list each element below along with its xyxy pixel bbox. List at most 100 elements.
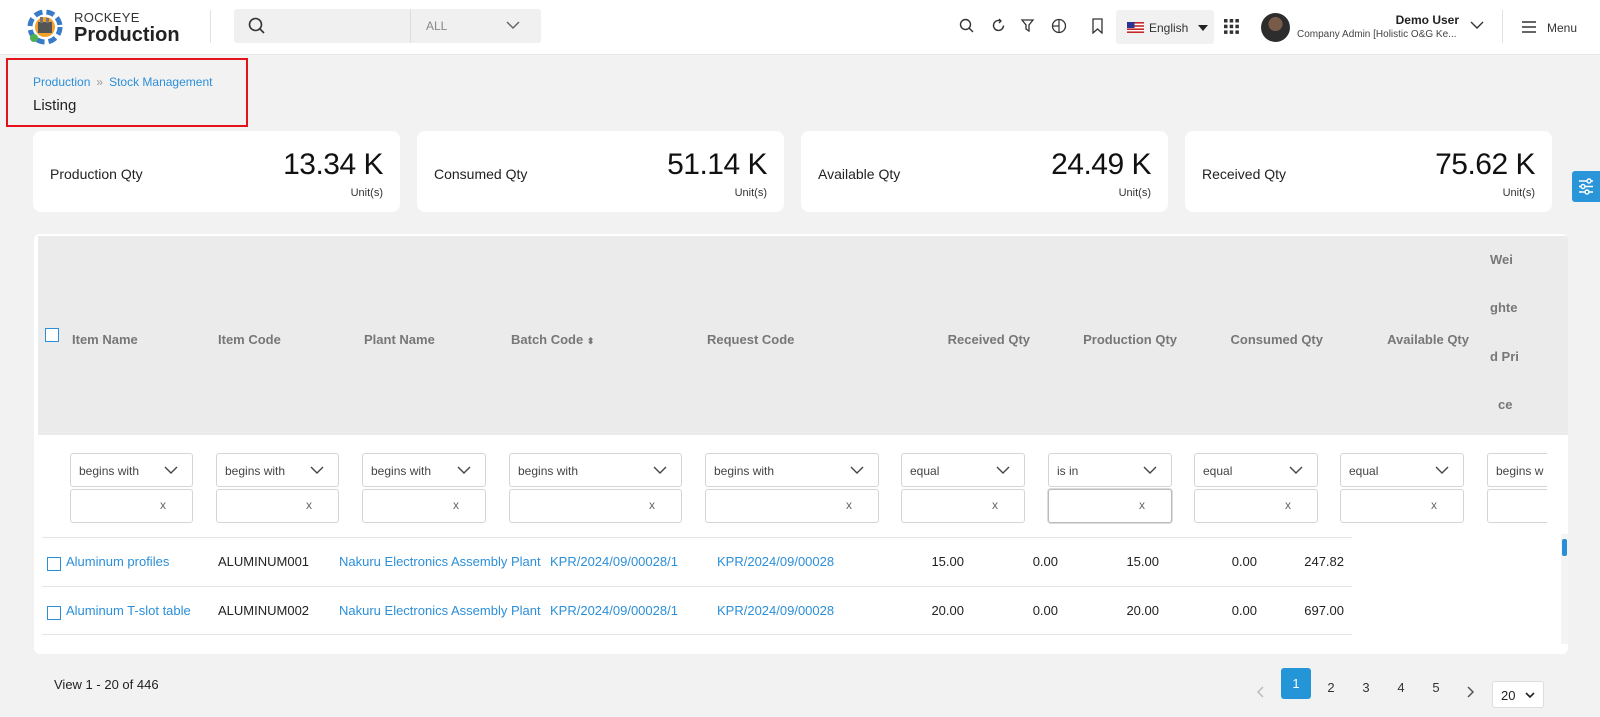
scrollbar-thumb[interactable] (1562, 539, 1567, 556)
filter-input-received-qty[interactable]: x (901, 489, 1025, 523)
previous-page-icon[interactable] (1256, 686, 1264, 698)
kpi-label: Production Qty (50, 166, 143, 182)
production-qty: 0.00 (1032, 554, 1058, 569)
filter-input-batch-code[interactable]: x (509, 489, 682, 523)
column-header-available-qty[interactable]: Available Qty (1359, 332, 1469, 347)
column-header-batch-code[interactable]: Batch Code ⬍ (511, 332, 594, 347)
column-header-item-name[interactable]: Item Name (72, 332, 138, 347)
clear-filter-icon[interactable]: x (846, 498, 852, 512)
column-header-production-qty[interactable]: Production Qty (1067, 332, 1177, 347)
column-header-plant-name[interactable]: Plant Name (364, 332, 435, 347)
clear-filter-icon[interactable]: x (1139, 498, 1145, 512)
next-page-icon[interactable] (1467, 686, 1475, 698)
column-header-request-code[interactable]: Request Code (707, 332, 794, 347)
filter-input-item-name[interactable]: x (70, 489, 193, 523)
filter-operator-request-code[interactable]: begins with (705, 453, 879, 487)
weighted-price: 697.00 (1304, 603, 1344, 618)
page-button-5[interactable]: 5 (1421, 680, 1451, 695)
filter-operator-label: begins with (714, 464, 775, 478)
filter-input-available-qty[interactable]: x (1340, 489, 1464, 523)
chevron-down-icon[interactable] (1470, 20, 1484, 30)
clear-filter-icon[interactable]: x (306, 498, 312, 512)
batch-code-link[interactable]: KPR/2024/09/00028/1 (550, 603, 678, 618)
filter-icon[interactable] (1020, 18, 1035, 33)
apps-grid-icon[interactable] (1224, 19, 1239, 34)
page-button-1[interactable]: 1 (1281, 668, 1311, 699)
columns-icon[interactable] (1051, 18, 1067, 34)
kpi-value: 24.49 K (1051, 148, 1151, 181)
kpi-unit: Unit(s) (734, 187, 767, 199)
available-qty: 0.00 (1231, 603, 1257, 618)
app-name: Production (74, 24, 180, 46)
plant-name-link[interactable]: Nakuru Electronics Assembly Plant (339, 603, 541, 618)
language-select[interactable]: English (1116, 10, 1214, 44)
kpi-unit: Unit(s) (1502, 187, 1535, 199)
search-icon[interactable] (959, 18, 974, 33)
breadcrumb-link-stock-management[interactable]: Stock Management (109, 75, 212, 89)
filter-input-production-qty[interactable]: x (1048, 489, 1172, 523)
hamburger-menu-icon[interactable] (1521, 20, 1537, 34)
select-all-checkbox[interactable] (45, 328, 59, 342)
filter-operator-production-qty[interactable]: is in (1048, 453, 1172, 487)
page-button-4[interactable]: 4 (1386, 680, 1416, 695)
request-code-link[interactable]: KPR/2024/09/00028 (717, 554, 834, 569)
menu-button[interactable]: Menu (1547, 21, 1577, 35)
row-checkbox[interactable] (47, 557, 61, 571)
global-search[interactable]: ALL (234, 9, 541, 43)
clear-filter-icon[interactable]: x (453, 498, 459, 512)
filter-operator-consumed-qty[interactable]: equal (1194, 453, 1318, 487)
column-header-received-qty[interactable]: Received Qty (930, 332, 1030, 347)
avatar[interactable] (1261, 13, 1290, 42)
filter-operator-batch-code[interactable]: begins with (509, 453, 682, 487)
filter-operator-received-qty[interactable]: equal (901, 453, 1025, 487)
batch-code-link[interactable]: KPR/2024/09/00028/1 (550, 554, 678, 569)
filter-operator-available-qty[interactable]: equal (1340, 453, 1464, 487)
filter-operator-item-code[interactable]: begins with (216, 453, 339, 487)
bookmark-icon[interactable] (1091, 18, 1104, 34)
page-button-2[interactable]: 2 (1316, 680, 1346, 695)
chevron-down-icon (653, 466, 667, 474)
clear-filter-icon[interactable]: x (160, 498, 166, 512)
top-bar: ROCKEYE Production ALL English Demo User… (0, 0, 1600, 55)
item-name-link[interactable]: Aluminum profiles (66, 554, 169, 569)
user-name[interactable]: Demo User (1396, 13, 1459, 27)
filter-operator-item-name[interactable]: begins with (70, 453, 193, 487)
clear-filter-icon[interactable]: x (1285, 498, 1291, 512)
filter-operator-label: begins with (79, 464, 140, 478)
filter-operator-plant-name[interactable]: begins with (362, 453, 486, 487)
settings-side-tab[interactable] (1572, 171, 1600, 202)
chevron-down-icon (1435, 466, 1449, 474)
user-role[interactable]: Company Admin [Holistic O&G Ke... (1297, 29, 1457, 40)
filter-input-item-code[interactable]: x (216, 489, 339, 523)
table-row[interactable]: Aluminum T-slot table ALUMINUM002 Nakuru… (42, 586, 1352, 635)
column-header-item-code[interactable]: Item Code (218, 332, 281, 347)
clear-filter-icon[interactable]: x (1431, 498, 1437, 512)
kpi-unit: Unit(s) (1118, 187, 1151, 199)
filter-input-weighted-price[interactable] (1487, 489, 1547, 523)
table-row[interactable]: Aluminum profiles ALUMINUM001 Nakuru Ele… (42, 537, 1352, 586)
item-name-link[interactable]: Aluminum T-slot table (66, 603, 191, 618)
plant-name-link[interactable]: Nakuru Electronics Assembly Plant (339, 554, 541, 569)
page-size-select[interactable]: 20 (1492, 681, 1544, 708)
search-scope-select[interactable]: ALL (426, 19, 447, 33)
clear-filter-icon[interactable]: x (649, 498, 655, 512)
item-code: ALUMINUM001 (218, 554, 310, 569)
filter-operator-weighted-price[interactable]: begins w (1487, 453, 1547, 487)
production-qty: 0.00 (1032, 603, 1058, 618)
available-qty: 0.00 (1231, 554, 1257, 569)
clear-filter-icon[interactable]: x (992, 498, 998, 512)
filter-input-consumed-qty[interactable]: x (1194, 489, 1318, 523)
filter-input-request-code[interactable]: x (705, 489, 879, 523)
chevron-down-icon[interactable] (506, 20, 520, 30)
sort-icon[interactable]: ⬍ (587, 336, 595, 346)
page-button-3[interactable]: 3 (1351, 680, 1381, 695)
breadcrumb-link-production[interactable]: Production (33, 75, 90, 89)
refresh-icon[interactable] (991, 18, 1006, 33)
request-code-link[interactable]: KPR/2024/09/00028 (717, 603, 834, 618)
sliders-icon (1579, 178, 1593, 195)
filter-input-plant-name[interactable]: x (362, 489, 486, 523)
rockeye-logo-icon[interactable] (26, 8, 64, 46)
row-checkbox[interactable] (47, 606, 61, 620)
item-code: ALUMINUM002 (218, 603, 310, 618)
column-header-consumed-qty[interactable]: Consumed Qty (1213, 332, 1323, 347)
